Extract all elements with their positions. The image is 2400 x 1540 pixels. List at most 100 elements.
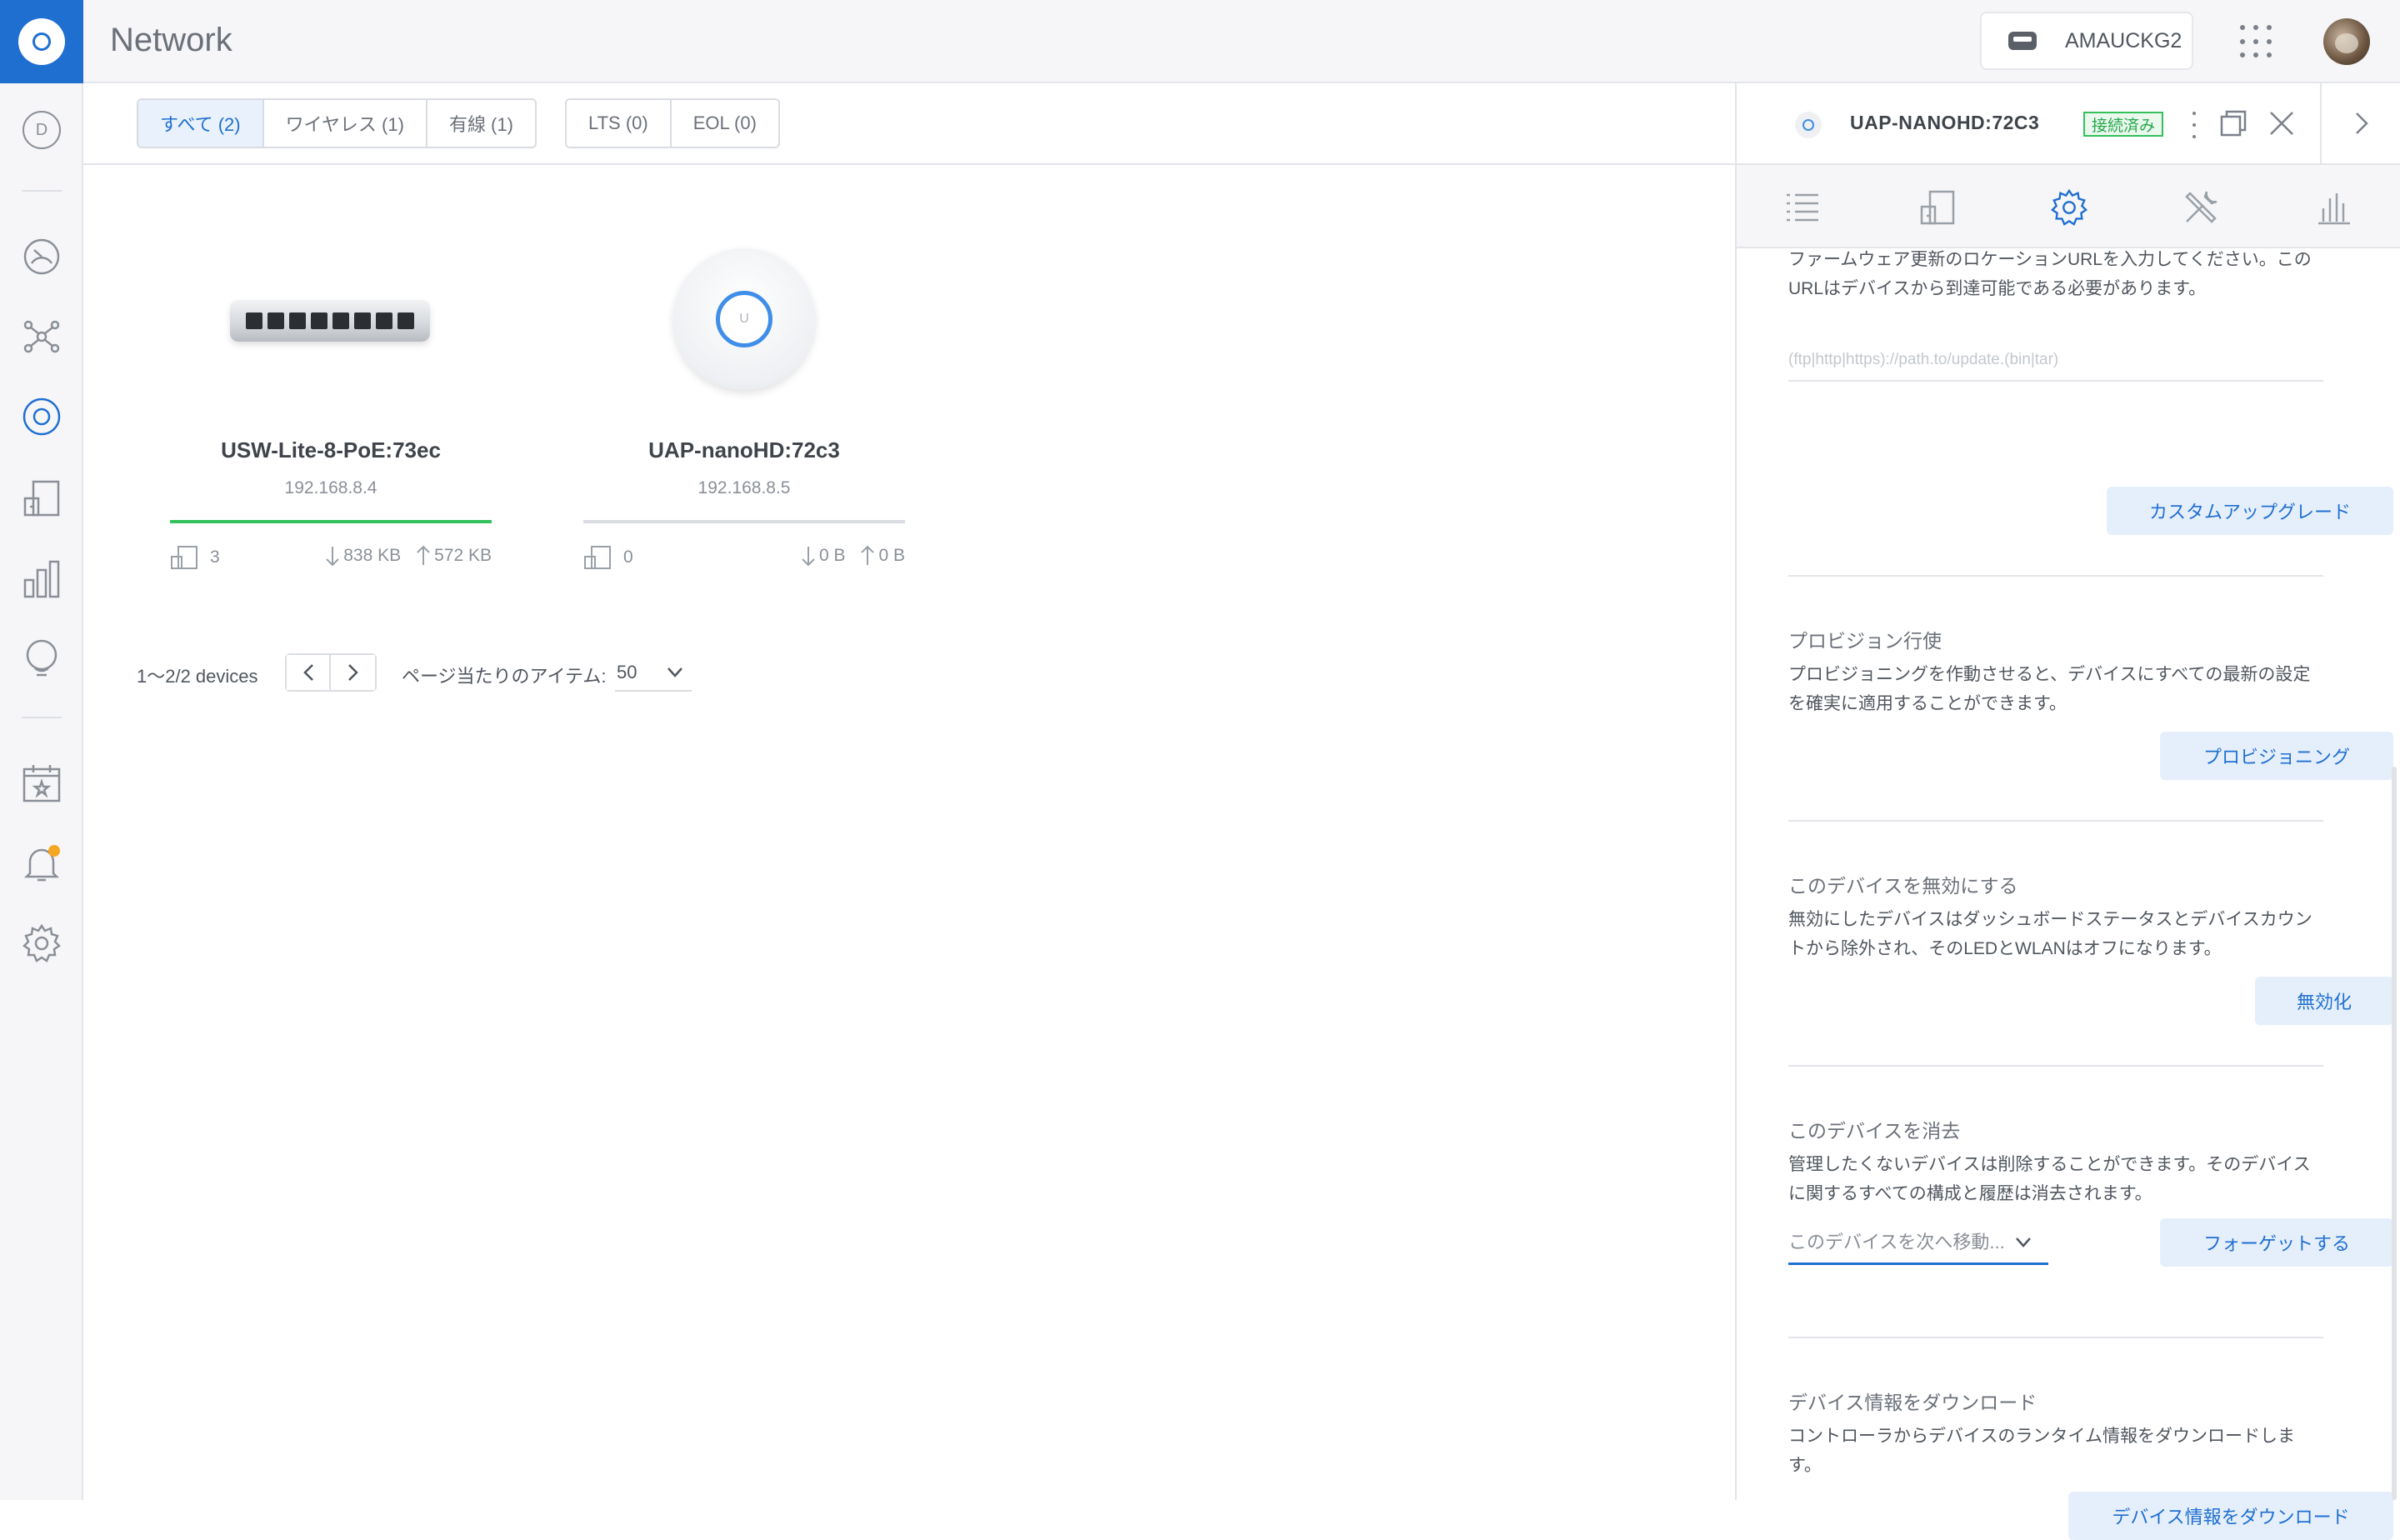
upload-bytes: 572 KB <box>434 546 492 565</box>
panel-tabs <box>1737 165 2400 248</box>
firmware-url-description: ファームウェア更新のロケーションURLを入力してください。このURLはデバイスか… <box>1788 250 2312 298</box>
apps-grid-icon[interactable] <box>2240 25 2273 58</box>
topology-icon <box>23 320 60 353</box>
app-logo[interactable] <box>0 0 83 83</box>
collapse-panel-chevron-icon[interactable] <box>2352 108 2372 138</box>
sidebar-item-dashboard[interactable]: D <box>22 110 62 150</box>
sidebar-divider <box>22 190 62 192</box>
sidebar: D <box>0 83 83 1500</box>
upload-bytes: 0 B <box>878 546 905 565</box>
device-ip: 192.168.8.4 <box>284 478 378 498</box>
client-count: 3 <box>210 548 220 567</box>
device-count: 1〜2/2 devices <box>137 666 258 687</box>
filter-eol[interactable]: EOL (0) <box>669 100 778 147</box>
forget-description: 管理したくないデバイスは削除することができます。そのデバイスに関するすべての構成… <box>1788 1155 2311 1203</box>
move-device-select[interactable]: このデバイスを次へ移動... <box>1788 1218 2048 1265</box>
sidebar-item-settings[interactable] <box>22 923 62 963</box>
tab-statistics-chart-icon[interactable] <box>2315 188 2353 227</box>
device-status-bar <box>170 520 492 523</box>
devices-icon <box>22 398 61 436</box>
dashboard-d-icon: D <box>22 111 61 149</box>
popout-icon[interactable] <box>2218 108 2248 138</box>
clients-icon <box>171 546 198 569</box>
tab-details-list-icon[interactable] <box>1783 188 1822 227</box>
lightbulb-icon <box>26 639 58 677</box>
forget-button[interactable]: フォーゲットする <box>2160 1218 2393 1267</box>
per-page-label: ページ当たりのアイテム: <box>402 666 607 687</box>
device-name: USW-Lite-8-PoE:73ec <box>221 438 441 462</box>
sidebar-item-devices[interactable] <box>22 397 62 437</box>
tab-clients-icon[interactable] <box>1918 188 1957 227</box>
status-badge: 接続済み <box>2083 112 2164 137</box>
notification-dot <box>48 845 60 857</box>
gauge-icon <box>23 238 60 275</box>
section-divider <box>1788 820 2323 822</box>
site-selector[interactable]: AMAUCKG2 <box>1980 12 2193 70</box>
sidebar-item-alerts-insights[interactable] <box>22 638 62 678</box>
header-divider <box>2320 83 2322 165</box>
ubiquiti-logo-icon <box>18 18 65 65</box>
calendar-star-icon <box>22 765 61 802</box>
section-divider <box>1788 1065 2323 1067</box>
panel-header: UAP-NANOHD:72C3 接続済み <box>1737 83 2400 165</box>
device-status-bar <box>583 520 905 523</box>
disable-button[interactable]: 無効化 <box>2255 977 2393 1025</box>
tab-tools-icon[interactable] <box>2182 188 2220 227</box>
per-page-select[interactable]: 50 <box>615 655 692 692</box>
download-bytes: 838 KB <box>343 546 402 565</box>
firmware-url-input[interactable] <box>1788 340 2323 382</box>
sidebar-item-clients[interactable] <box>22 478 62 518</box>
more-options-icon[interactable] <box>2190 112 2198 138</box>
download-device-info-button[interactable]: デバイス情報をダウンロード <box>2068 1492 2393 1540</box>
device-stats: 0 0 B 0 B <box>583 545 905 570</box>
provision-title: プロビジョン行使 <box>1788 630 1942 652</box>
upload-arrow-icon <box>861 545 875 565</box>
tab-settings-gear-icon[interactable] <box>2050 188 2088 227</box>
device-ip: 192.168.8.5 <box>698 478 791 498</box>
panel-scrollbar[interactable] <box>2392 767 2397 1500</box>
device-filter-bar: すべて (2) ワイヤレス (1) 有線 (1) LTS (0) EOL (0) <box>83 83 1735 165</box>
filter-wired[interactable]: 有線 (1) <box>425 100 535 147</box>
custom-upgrade-button[interactable]: カスタムアップグレード <box>2107 487 2393 535</box>
sidebar-item-topology[interactable] <box>22 317 62 357</box>
section-divider <box>1788 575 2323 577</box>
sidebar-item-statistics[interactable] <box>22 237 62 277</box>
chevron-left-icon <box>302 664 313 681</box>
prev-page-button[interactable] <box>287 655 331 690</box>
per-page-value: 50 <box>617 662 638 682</box>
page-nav <box>285 653 377 692</box>
forget-title: このデバイスを消去 <box>1788 1120 1961 1142</box>
clients-icon <box>23 480 60 517</box>
provision-button[interactable]: プロビジョニング <box>2160 732 2393 780</box>
download-arrow-icon <box>802 547 815 567</box>
disable-description: 無効にしたデバイスはダッシュボードステータスとデバイスカウントから除外され、その… <box>1788 910 2312 958</box>
site-name: AMAUCKG2 <box>2065 28 2182 52</box>
gear-icon <box>22 923 61 962</box>
pagination: 1〜2/2 devices ページ当たりのアイテム: 50 <box>137 653 803 693</box>
device-stats: 3 838 KB 572 KB <box>170 545 492 570</box>
filter-all[interactable]: すべて (2) <box>138 100 262 147</box>
filter-wireless[interactable]: ワイヤレス (1) <box>262 100 426 147</box>
app-title: Network <box>110 22 232 58</box>
client-count: 0 <box>623 548 633 567</box>
sidebar-item-notifications[interactable] <box>22 843 62 883</box>
console-device-icon <box>2008 32 2037 50</box>
chevron-right-icon <box>348 664 358 681</box>
device-properties-panel: UAP-NANOHD:72C3 接続済み ファームウェア更新のロケーションURL… <box>1735 83 2400 1540</box>
chevron-down-icon <box>2016 1238 2031 1248</box>
switch-device-image <box>230 300 430 342</box>
section-divider <box>1788 1337 2323 1338</box>
upload-arrow-icon <box>417 545 430 565</box>
ap-device-icon <box>1795 112 1822 138</box>
close-icon[interactable] <box>2267 108 2297 138</box>
filter-group-lifecycle: LTS (0) EOL (0) <box>565 98 780 148</box>
filter-lts[interactable]: LTS (0) <box>567 100 670 147</box>
user-avatar[interactable] <box>2323 18 2370 65</box>
next-page-button[interactable] <box>331 655 375 690</box>
sidebar-item-events[interactable] <box>22 763 62 803</box>
device-name: UAP-nanoHD:72c3 <box>648 438 840 462</box>
ap-logo-ring: U <box>716 291 772 348</box>
panel-device-title: UAP-NANOHD:72C3 <box>1850 112 2040 133</box>
top-bar: Network AMAUCKG2 <box>0 0 2400 83</box>
sidebar-item-insights[interactable] <box>22 558 62 598</box>
